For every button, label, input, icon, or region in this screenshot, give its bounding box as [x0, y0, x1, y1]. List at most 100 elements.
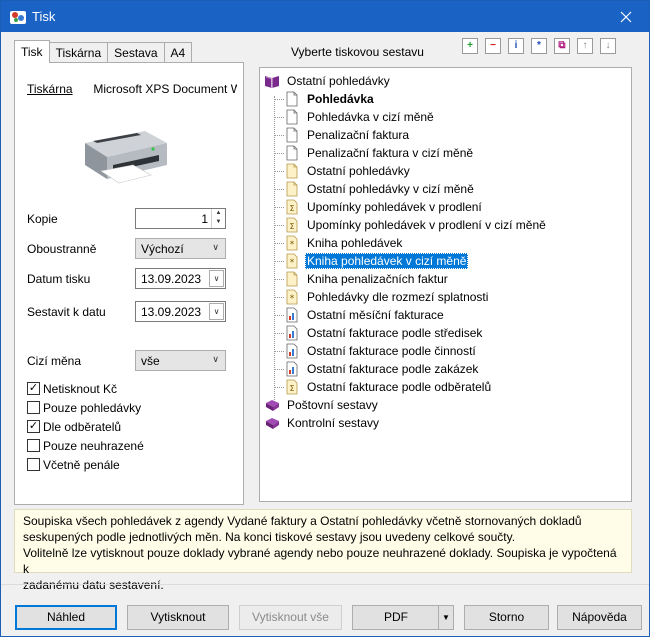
- tree-item[interactable]: Ostatní fakturace podle zakázek: [284, 360, 480, 378]
- currency-select[interactable]: vše ∨: [135, 350, 226, 371]
- tree-guide-line: [274, 369, 284, 370]
- tab-report[interactable]: Sestava: [107, 42, 165, 63]
- print-date-field[interactable]: 13.09.2023 ∨: [135, 268, 226, 289]
- currency-label: Cizí měna: [27, 354, 82, 368]
- stepper-down-icon[interactable]: ▼: [212, 218, 225, 227]
- tree-item-label: Pohledávky dle rozmezí splatnosti: [307, 290, 489, 304]
- document-icon: [284, 109, 300, 125]
- calendar-dropdown-icon[interactable]: ∨: [209, 303, 224, 320]
- tree-item-label: Ostatní fakturace podle činností: [307, 344, 476, 358]
- tree-item[interactable]: * Kniha pohledávek: [284, 234, 404, 252]
- tree-item[interactable]: Penalizační faktura: [284, 126, 411, 144]
- checkbox-box[interactable]: [27, 439, 40, 452]
- tree-item[interactable]: Ostatní fakturace podle středisek: [284, 324, 484, 342]
- pdf-button[interactable]: PDF ▼: [352, 605, 454, 630]
- checkbox-label: Včetně penále: [43, 457, 120, 472]
- chart-report-icon: [284, 361, 300, 377]
- checkbox-by-customers[interactable]: ✓ Dle odběratelů: [27, 418, 121, 435]
- new-report-icon[interactable]: *: [531, 38, 547, 54]
- chart-report-icon: [284, 343, 300, 359]
- checkbox-exclude-czk[interactable]: ✓ Netisknout Kč: [27, 380, 117, 397]
- checkbox-box[interactable]: [27, 401, 40, 414]
- move-up-icon[interactable]: ↑: [577, 38, 593, 54]
- tree-item-label: Pohledávka: [307, 92, 374, 106]
- copies-stepper[interactable]: 1 ▲ ▼: [135, 208, 226, 229]
- printer-link[interactable]: Tiskárna: [27, 82, 90, 96]
- book-icon: [264, 397, 280, 413]
- tree-group[interactable]: Kontrolní sestavy: [264, 414, 381, 432]
- tree-guide-line: [274, 96, 275, 402]
- checkbox-unpaid-only[interactable]: Pouze neuhrazené: [27, 437, 144, 454]
- info-icon[interactable]: i: [508, 38, 524, 54]
- tree-item[interactable]: Penalizační faktura v cizí měně: [284, 144, 475, 162]
- tree-item-label: Ostatní pohledávky: [287, 74, 390, 88]
- tree-item-label: Ostatní fakturace podle středisek: [307, 326, 483, 340]
- star-report-icon: *: [284, 253, 300, 269]
- tree-item[interactable]: Kniha penalizačních faktur: [284, 270, 450, 288]
- tree-guide-line: [274, 135, 284, 136]
- print-all-button[interactable]: Vytisknout vše: [239, 605, 342, 630]
- tree-item[interactable]: * Pohledávky dle rozmezí splatnosti: [284, 288, 490, 306]
- checkbox-label: Dle odběratelů: [43, 419, 122, 434]
- report-toolbar: + − i * ⧉ ↑ ↓: [462, 38, 623, 54]
- tree-item-label: Ostatní pohledávky: [307, 164, 410, 178]
- tree-item[interactable]: Ostatní fakturace podle činností: [284, 342, 478, 360]
- tree-guide-line: [274, 333, 284, 334]
- document-icon: [284, 127, 300, 143]
- compile-date-value[interactable]: 13.09.2023: [141, 305, 201, 319]
- tree-guide-line: [274, 225, 284, 226]
- checkbox-box[interactable]: ✓: [27, 420, 40, 433]
- print-dialog: Tisk Tisk Tiskárna Sestava A4 Tiskárna M…: [0, 0, 650, 637]
- dropdown-arrow-icon[interactable]: ▼: [438, 606, 453, 629]
- tree-guide-line: [274, 189, 284, 190]
- tab-printer[interactable]: Tiskárna: [48, 42, 109, 63]
- tree-guide-line: [274, 117, 284, 118]
- stepper-up-icon[interactable]: ▲: [212, 209, 225, 218]
- svg-text:Σ: Σ: [289, 222, 294, 231]
- tree-item[interactable]: Ostatní pohledávky v cizí měně: [284, 180, 476, 198]
- tab-print[interactable]: Tisk: [14, 40, 50, 63]
- tree-guide-line: [274, 171, 284, 172]
- compile-date-label: Sestavit k datu: [27, 305, 106, 319]
- stepper-buttons: ▲ ▼: [211, 209, 225, 228]
- help-button[interactable]: Nápověda: [557, 605, 642, 630]
- duplex-row: Oboustranně Výchozí ∨: [27, 238, 237, 260]
- report-tree[interactable]: Ostatní pohledávky Pohledávka Pohledávka v…: [259, 67, 632, 502]
- move-down-icon[interactable]: ↓: [600, 38, 616, 54]
- tree-item[interactable]: Σ Upomínky pohledávek v prodlení: [284, 198, 484, 216]
- compile-date-field[interactable]: 13.09.2023 ∨: [135, 301, 226, 322]
- close-button[interactable]: [603, 1, 649, 32]
- tree-item[interactable]: Σ Upomínky pohledávek v prodlení v cizí m…: [284, 216, 548, 234]
- tab-paper-size[interactable]: A4: [163, 42, 193, 63]
- svg-text:*: *: [290, 294, 295, 304]
- add-icon[interactable]: +: [462, 38, 478, 54]
- duplex-value: Výchozí: [141, 242, 184, 256]
- checkbox-receivables-only[interactable]: Pouze pohledávky: [27, 399, 141, 416]
- tree-item[interactable]: Ostatní pohledávky: [284, 162, 412, 180]
- preview-button[interactable]: Náhled: [15, 605, 117, 630]
- cancel-button[interactable]: Storno: [464, 605, 549, 630]
- tree-root-other-receivables[interactable]: Ostatní pohledávky: [264, 72, 392, 90]
- checkbox-incl-penalty[interactable]: Včetně penále: [27, 456, 120, 473]
- tree-item[interactable]: Pohledávka v cizí měně: [284, 108, 436, 126]
- document-icon: [284, 145, 300, 161]
- tree-item[interactable]: Σ Ostatní fakturace podle odběratelů: [284, 378, 493, 396]
- tree-item-label: Pohledávka v cizí měně: [307, 110, 434, 124]
- checkbox-box[interactable]: [27, 458, 40, 471]
- chevron-down-icon: ∨: [212, 242, 219, 252]
- currency-row: Cizí měna vše ∨: [27, 350, 237, 372]
- tree-group[interactable]: Poštovní sestavy: [264, 396, 380, 414]
- duplex-select[interactable]: Výchozí ∨: [135, 238, 226, 259]
- tree-item[interactable]: Ostatní měsíční fakturace: [284, 306, 446, 324]
- print-button[interactable]: Vytisknout: [127, 605, 229, 630]
- remove-icon[interactable]: −: [485, 38, 501, 54]
- print-date-row: Datum tisku 13.09.2023 ∨: [27, 268, 237, 290]
- pdf-button-label: PDF: [384, 610, 408, 624]
- tree-item[interactable]: Pohledávka: [284, 90, 376, 108]
- copy-icon[interactable]: ⧉: [554, 38, 570, 54]
- tree-item[interactable]: * Kniha pohledávek v cizí měně: [284, 252, 469, 270]
- checkbox-box[interactable]: ✓: [27, 382, 40, 395]
- copies-value[interactable]: 1: [201, 212, 208, 226]
- calendar-dropdown-icon[interactable]: ∨: [209, 270, 224, 287]
- print-date-value[interactable]: 13.09.2023: [141, 272, 201, 286]
